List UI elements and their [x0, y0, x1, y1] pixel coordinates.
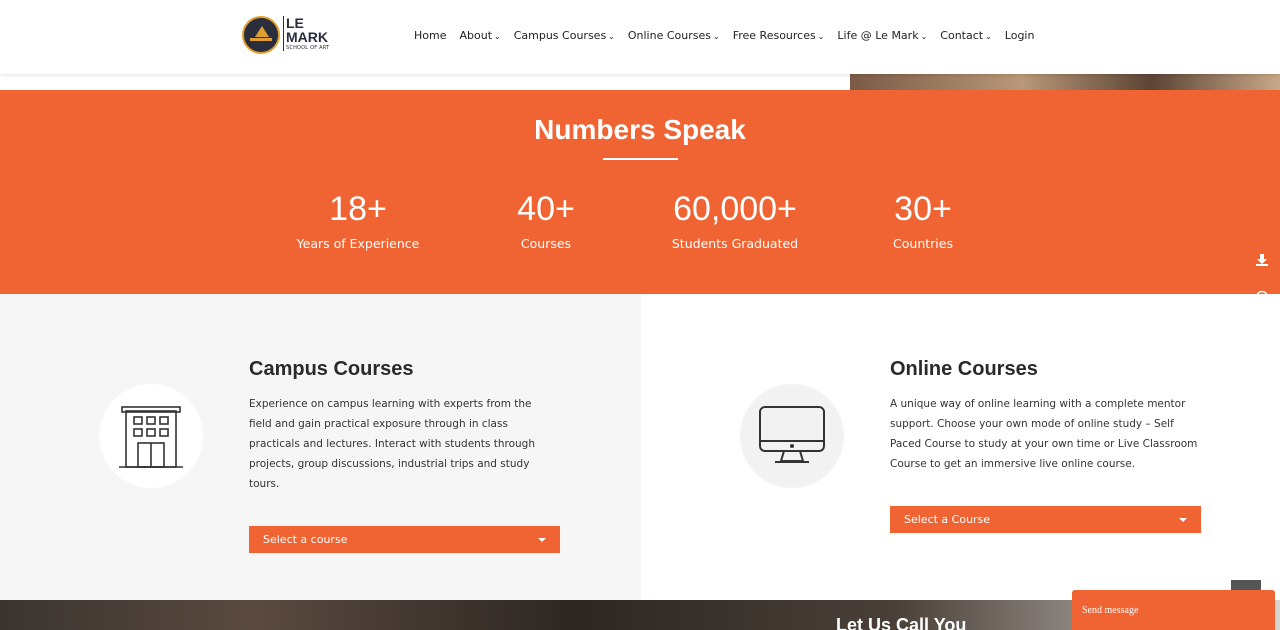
- logo[interactable]: LE MARK SCHOOL OF ART: [242, 16, 329, 54]
- hero-image: [850, 74, 1280, 90]
- nav-life-label: Life @ Le Mark: [837, 29, 919, 42]
- nav-life-at-le-mark[interactable]: Life @ Le Mark ⌄: [837, 29, 927, 42]
- logo-line-3: SCHOOL OF ART: [286, 45, 330, 51]
- caret-down-icon: [1179, 517, 1187, 522]
- campus-course-select[interactable]: Select a course: [249, 526, 560, 553]
- title-underline: [603, 158, 678, 160]
- stat-value: 40+: [517, 190, 575, 228]
- logo-line-1: LE: [286, 15, 304, 31]
- chevron-down-icon: ⌄: [494, 32, 501, 41]
- stat-value: 30+: [894, 190, 952, 228]
- nav-about-label: About: [459, 29, 493, 42]
- stat-label: Students Graduated: [671, 236, 799, 251]
- logo-line-2: MARK: [286, 29, 328, 45]
- stat-courses: 40+ Courses: [496, 192, 596, 251]
- monitor-icon: [740, 384, 844, 488]
- nav-contact-label: Contact: [940, 29, 984, 42]
- building-icon: [99, 384, 203, 488]
- campus-course-select-label: Select a course: [263, 533, 348, 546]
- send-message-widget[interactable]: Send message: [1072, 590, 1275, 630]
- stat-countries: 30+ Countries: [873, 192, 973, 251]
- download-icon: [1256, 254, 1268, 266]
- stat-label: Countries: [893, 236, 953, 251]
- stat-label: Years of Experience: [296, 236, 420, 251]
- campus-courses-title: Campus Courses: [249, 358, 414, 380]
- logo-emblem-icon: [242, 16, 280, 54]
- online-courses-title: Online Courses: [890, 358, 1038, 380]
- download-button[interactable]: [1244, 242, 1280, 278]
- site-header: LE MARK SCHOOL OF ART Home About ⌄ Campus…: [0, 0, 1280, 74]
- logo-text: LE MARK SCHOOL OF ART: [283, 16, 329, 51]
- nav-free-resources-label: Free Resources: [732, 29, 816, 42]
- online-courses-panel: Online Courses A unique way of online le…: [641, 294, 1280, 600]
- stat-value: 60,000+: [673, 190, 797, 228]
- send-message-label: Send message: [1082, 605, 1139, 616]
- nav-online-courses-label: Online Courses: [627, 29, 711, 42]
- stat-value: 18+: [329, 190, 387, 228]
- nav-home-label: Home: [414, 29, 447, 42]
- chevron-down-icon: ⌄: [920, 32, 928, 41]
- numbers-title: Numbers Speak: [534, 114, 746, 145]
- nav-campus-courses[interactable]: Campus Courses ⌄: [514, 29, 615, 42]
- chevron-down-icon: ⌄: [817, 32, 825, 41]
- online-course-select-label: Select a Course: [904, 513, 991, 526]
- campus-courses-panel: Campus Courses Experience on campus lear…: [0, 294, 641, 600]
- online-courses-description: A unique way of online learning with a c…: [890, 398, 1198, 470]
- chevron-down-icon: ⌄: [985, 32, 992, 41]
- numbers-section: Numbers Speak 18+ Years of Experience 40…: [0, 90, 1280, 294]
- stat-label: Courses: [520, 236, 572, 251]
- nav-campus-courses-label: Campus Courses: [513, 29, 607, 42]
- nav-free-resources[interactable]: Free Resources ⌄: [733, 29, 825, 42]
- nav-about[interactable]: About ⌄: [459, 29, 500, 42]
- callback-heading: Let Us Call You: [836, 615, 967, 630]
- campus-courses-description: Experience on campus learning with exper…: [249, 398, 535, 490]
- online-course-select[interactable]: Select a Course: [890, 506, 1201, 533]
- stat-students: 60,000+ Students Graduated: [660, 192, 810, 251]
- nav-home[interactable]: Home: [414, 29, 446, 42]
- nav-contact[interactable]: Contact ⌄: [940, 29, 992, 42]
- chevron-down-icon: ⌄: [608, 32, 615, 41]
- chevron-down-icon: ⌄: [713, 32, 720, 41]
- stat-years: 18+ Years of Experience: [288, 192, 428, 251]
- nav-online-courses[interactable]: Online Courses ⌄: [628, 29, 720, 42]
- caret-down-icon: [538, 537, 546, 542]
- nav-login-label: Login: [1004, 29, 1035, 42]
- main-nav: Home About ⌄ Campus Courses ⌄ Online Cours…: [414, 29, 1047, 42]
- nav-login[interactable]: Login: [1005, 29, 1035, 42]
